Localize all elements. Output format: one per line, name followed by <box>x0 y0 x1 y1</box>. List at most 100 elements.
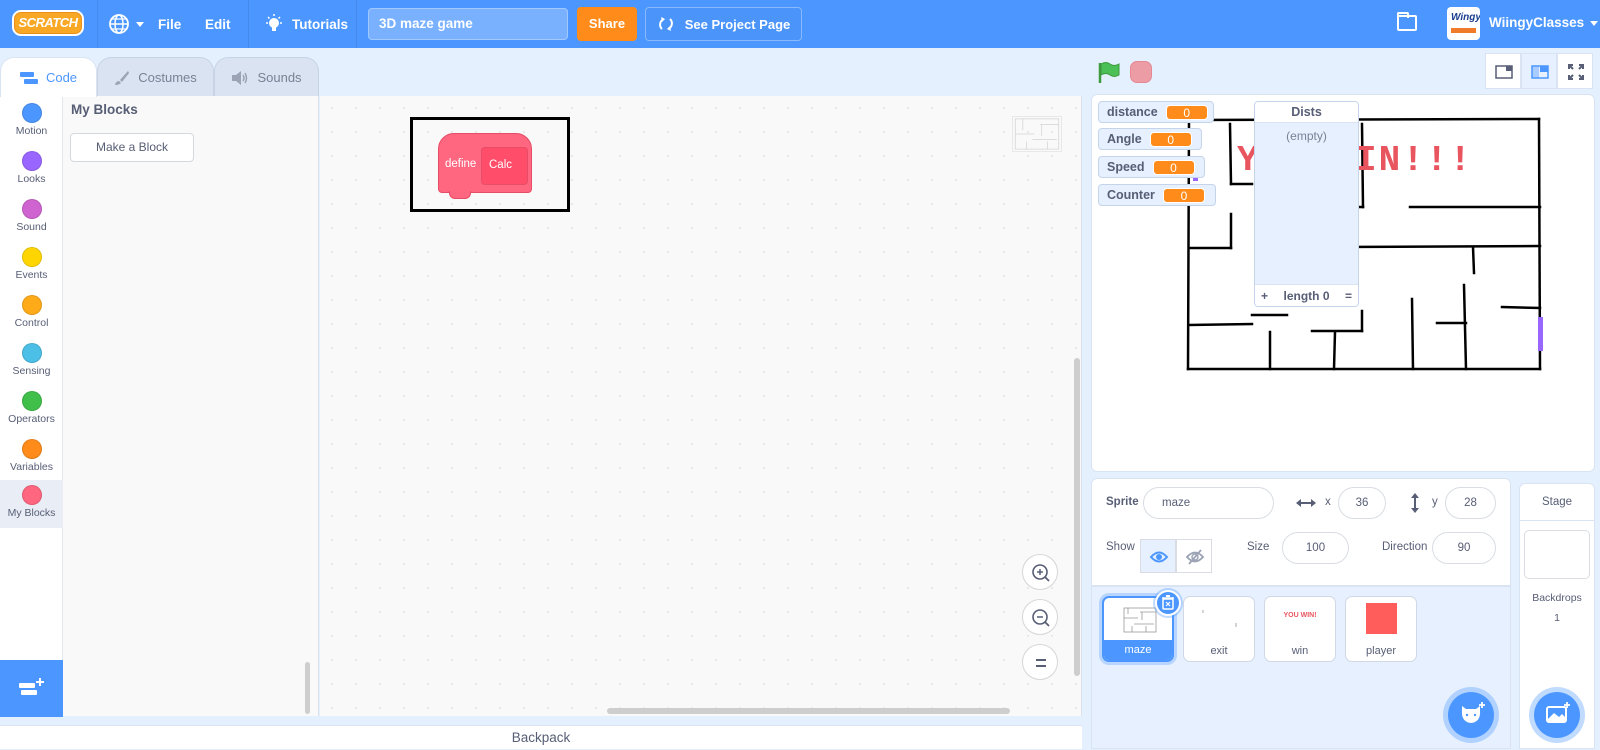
backdrops-count: 1 <box>1554 612 1560 624</box>
large-stage-button[interactable] <box>1521 53 1557 89</box>
menu-divider <box>356 0 357 48</box>
green-flag-icon[interactable] <box>1097 61 1121 85</box>
backdrops-label: Backdrops <box>1532 592 1582 604</box>
sprite-name-input[interactable]: maze <box>1143 487 1274 519</box>
category-operators[interactable]: Operators <box>0 386 63 434</box>
my-blocks-dot-icon <box>21 485 42 505</box>
folder-icon[interactable] <box>1397 12 1417 31</box>
category-sound[interactable]: Sound <box>0 194 63 242</box>
show-visible-button[interactable] <box>1140 539 1176 573</box>
category-looks[interactable]: Looks <box>0 146 63 194</box>
choose-backdrop-button[interactable] <box>1534 692 1580 738</box>
category-variables[interactable]: Variables <box>0 434 63 482</box>
variable-monitor-distance[interactable]: distance 0 <box>1098 101 1214 123</box>
avatar[interactable]: Wingy <box>1447 7 1480 40</box>
zoom-out-button[interactable] <box>1022 599 1058 635</box>
list-add-button[interactable]: + <box>1261 289 1268 303</box>
sensing-dot-icon <box>21 343 42 363</box>
sprite-tile-win[interactable]: YOU WIN! win <box>1264 596 1336 662</box>
add-backdrop-icon <box>1546 702 1570 723</box>
backpack[interactable]: Backpack <box>0 725 1082 749</box>
delete-sprite-button[interactable] <box>1155 590 1181 616</box>
tutorials-button[interactable]: Tutorials <box>264 0 348 48</box>
small-stage-button[interactable] <box>1485 53 1521 89</box>
variables-dot-icon <box>21 439 42 459</box>
palette-title: My Blocks <box>71 102 138 117</box>
list-monitor-dists[interactable]: Dists (empty) + length 0 = <box>1254 101 1359 307</box>
sprite-tile-exit[interactable]: exit <box>1183 596 1255 662</box>
category-label: Events <box>15 269 48 281</box>
palette-scrollbar[interactable] <box>305 662 310 714</box>
category-motion[interactable]: Motion <box>0 98 63 146</box>
y-position-input[interactable]: 28 <box>1445 487 1496 519</box>
motion-dot-icon <box>21 103 42 123</box>
stage-canvas[interactable]: YOU WIN!!! distance0 Angle0 Speed0 Count… <box>1091 94 1595 472</box>
tab-costumes[interactable]: Costumes <box>97 57 214 97</box>
player-thumbnail <box>1366 603 1397 634</box>
tab-sounds[interactable]: Sounds <box>214 57 319 97</box>
define-label: define <box>445 158 477 170</box>
add-extension-icon <box>19 678 44 695</box>
see-project-page-button[interactable]: See Project Page <box>645 7 802 41</box>
fullscreen-button[interactable] <box>1557 53 1593 89</box>
sprite-name: win <box>1291 645 1309 657</box>
zoom-reset-button[interactable] <box>1022 644 1058 680</box>
vertical-arrows-icon <box>1411 493 1419 513</box>
monitor-label: distance <box>1107 105 1158 119</box>
events-dot-icon <box>21 247 42 267</box>
block-name: Calc <box>489 159 513 171</box>
show-hidden-button[interactable] <box>1176 539 1212 573</box>
category-sensing[interactable]: Sensing <box>0 338 63 386</box>
x-label: x <box>1325 496 1331 508</box>
category-events[interactable]: Events <box>0 242 63 290</box>
brush-icon <box>115 70 130 85</box>
chevron-down-icon <box>1590 20 1599 26</box>
trash-icon <box>1162 595 1174 610</box>
variable-monitor-speed[interactable]: Speed 0 <box>1098 156 1205 178</box>
category-my-blocks[interactable]: My Blocks <box>0 480 63 528</box>
account-menu[interactable]: WiingyClasses <box>1489 0 1599 48</box>
tab-code[interactable]: Code <box>0 57 97 97</box>
file-menu[interactable]: File <box>158 0 181 48</box>
zoom-in-icon <box>1032 564 1050 582</box>
custom-block-prototype[interactable]: Calc <box>481 147 528 185</box>
globe-icon <box>109 14 129 34</box>
workspace-minimap <box>1012 116 1062 152</box>
variable-monitor-counter[interactable]: Counter 0 <box>1098 184 1216 206</box>
share-button[interactable]: Share <box>577 7 637 41</box>
add-extension-button[interactable] <box>0 660 63 717</box>
project-title-input[interactable]: 3D maze game <box>368 8 568 40</box>
y-label: y <box>1432 496 1438 508</box>
edit-menu[interactable]: Edit <box>205 0 231 48</box>
make-a-block-button[interactable]: Make a Block <box>70 133 194 162</box>
size-input[interactable]: 100 <box>1282 532 1349 564</box>
category-menu: Motion Looks Sound Events Control Sensin… <box>0 96 63 716</box>
x-position-input[interactable]: 36 <box>1338 487 1386 519</box>
sprite-name-label: Sprite <box>1106 496 1139 508</box>
stop-button[interactable] <box>1130 61 1152 83</box>
category-label: Motion <box>15 125 48 137</box>
avatar-text: Wingy <box>1451 12 1480 23</box>
choose-sprite-button[interactable] <box>1448 692 1494 738</box>
define-calc-block[interactable]: define Calc <box>438 133 532 199</box>
tutorials-label: Tutorials <box>292 16 349 32</box>
sprite-name: player <box>1366 645 1396 657</box>
script-workspace[interactable]: define Calc <box>320 96 1082 716</box>
category-control[interactable]: Control <box>0 290 63 338</box>
lightbulb-icon <box>266 14 282 31</box>
workspace-horizontal-scrollbar[interactable] <box>607 708 1010 714</box>
list-resize-handle[interactable]: = <box>1345 289 1352 303</box>
monitor-value: 0 <box>1149 131 1192 147</box>
direction-input[interactable]: 90 <box>1432 532 1496 564</box>
large-stage-icon <box>1531 65 1549 79</box>
scratch-logo[interactable]: SCRATCH <box>12 10 84 36</box>
workspace-vertical-scrollbar[interactable] <box>1074 358 1080 676</box>
zoom-in-button[interactable] <box>1022 554 1058 590</box>
language-menu[interactable] <box>108 0 144 48</box>
eye-icon <box>1149 551 1169 563</box>
sprite-tile-player[interactable]: player <box>1345 596 1417 662</box>
stage-thumbnail[interactable] <box>1524 530 1590 579</box>
equals-icon <box>1036 659 1046 667</box>
variable-monitor-angle[interactable]: Angle 0 <box>1098 128 1202 150</box>
block-notch <box>449 191 471 199</box>
